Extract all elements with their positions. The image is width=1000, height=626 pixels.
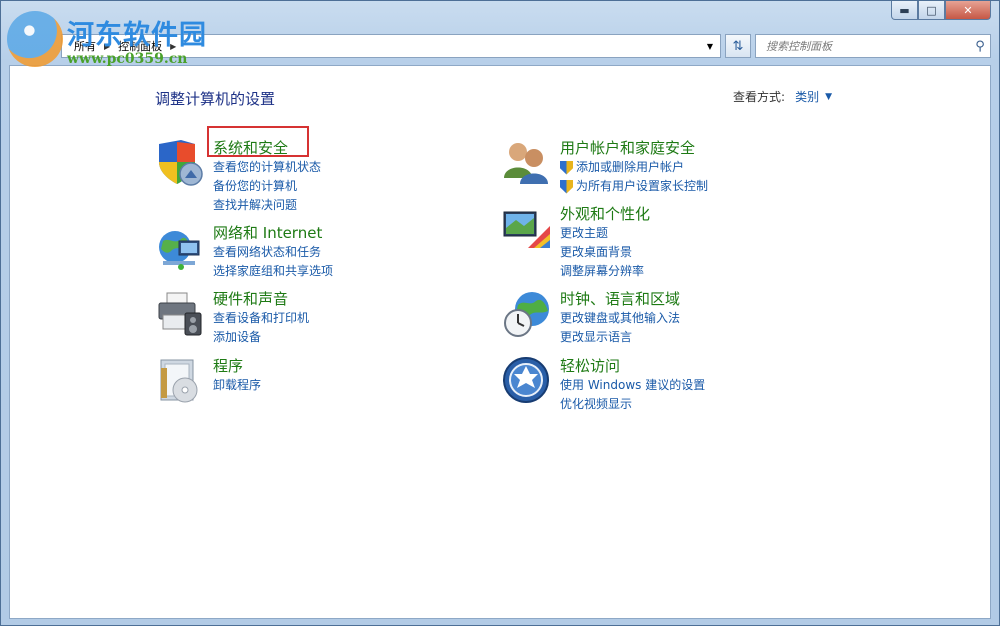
category-link[interactable]: 优化视频显示 bbox=[560, 395, 705, 414]
minimize-button[interactable]: ▬ bbox=[891, 1, 918, 20]
category-system-security: 系统和安全 查看您的计算机状态 备份您的计算机 查找并解决问题 bbox=[155, 138, 485, 212]
category-title[interactable]: 时钟、语言和区域 bbox=[560, 289, 680, 309]
network-globe-icon[interactable] bbox=[155, 223, 205, 273]
category-title[interactable]: 网络和 Internet bbox=[213, 223, 333, 243]
watermark-title: 河东软件园 bbox=[67, 20, 207, 51]
category-link-label: 为所有用户设置家长控制 bbox=[576, 179, 709, 193]
programs-icon[interactable] bbox=[155, 356, 205, 406]
category-link[interactable]: 更改显示语言 bbox=[560, 328, 680, 347]
category-link[interactable]: 为所有用户设置家长控制 bbox=[560, 177, 708, 196]
watermark-logo-icon bbox=[7, 11, 63, 67]
close-icon: ✕ bbox=[963, 3, 973, 17]
monitor-palette-icon[interactable] bbox=[502, 204, 552, 254]
category-body: 网络和 Internet 查看网络状态和任务 选择家庭组和共享选项 bbox=[213, 223, 333, 281]
printer-icon[interactable] bbox=[155, 289, 205, 339]
search-input[interactable] bbox=[766, 39, 970, 53]
category-link[interactable]: 选择家庭组和共享选项 bbox=[213, 262, 333, 281]
content-pane: 调整计算机的设置 查看方式: 类别 ▼ 系统和安全 查看您的计算机状态 备份您的… bbox=[9, 65, 991, 619]
chevron-down-icon[interactable]: ▼ bbox=[825, 92, 832, 102]
category-link[interactable]: 添加或删除用户帐户 bbox=[560, 158, 708, 177]
category-body: 外观和个性化 更改主题 更改桌面背景 调整屏幕分辨率 bbox=[560, 204, 650, 281]
category-body: 轻松访问 使用 Windows 建议的设置 优化视频显示 bbox=[560, 356, 705, 414]
category-clock-language-region: 时钟、语言和区域 更改键盘或其他输入法 更改显示语言 bbox=[502, 289, 832, 359]
search-icon[interactable]: ⚲ bbox=[970, 39, 990, 54]
category-title[interactable]: 用户帐户和家庭安全 bbox=[560, 138, 708, 158]
category-link[interactable]: 更改键盘或其他输入法 bbox=[560, 309, 680, 328]
category-title[interactable]: 轻松访问 bbox=[560, 356, 705, 376]
watermark: 河东软件园 www.pc0359.cn bbox=[3, 5, 223, 71]
view-by-label: 查看方式: bbox=[733, 90, 786, 104]
view-by: 查看方式: 类别 ▼ bbox=[733, 88, 832, 105]
window-controls: ▬ □ ✕ bbox=[891, 1, 991, 21]
control-panel-window: 河东软件园 www.pc0359.cn ▬ □ ✕ 所有 ▶ 控制面板 ▶ ▼ … bbox=[0, 0, 1000, 626]
uac-shield-icon bbox=[560, 179, 573, 194]
users-icon[interactable] bbox=[502, 138, 552, 188]
clock-globe-icon[interactable] bbox=[502, 289, 552, 339]
category-link[interactable]: 更改主题 bbox=[560, 224, 650, 243]
category-ease-of-access: 轻松访问 使用 Windows 建议的设置 优化视频显示 bbox=[502, 356, 832, 426]
category-link[interactable]: 更改桌面背景 bbox=[560, 243, 650, 262]
category-body: 程序 卸载程序 bbox=[213, 356, 261, 395]
maximize-icon: □ bbox=[926, 3, 937, 17]
category-body: 用户帐户和家庭安全 添加或删除用户帐户 为所有用户设置家长控制 bbox=[560, 138, 708, 196]
page-title: 调整计算机的设置 bbox=[155, 90, 276, 108]
category-link[interactable]: 查看设备和打印机 bbox=[213, 309, 309, 328]
category-link[interactable]: 备份您的计算机 bbox=[213, 177, 321, 196]
refresh-icon: ⇅ bbox=[732, 38, 744, 54]
category-link[interactable]: 使用 Windows 建议的设置 bbox=[560, 376, 705, 395]
category-title[interactable]: 硬件和声音 bbox=[213, 289, 309, 309]
category-link[interactable]: 调整屏幕分辨率 bbox=[560, 262, 650, 281]
category-body: 硬件和声音 查看设备和打印机 添加设备 bbox=[213, 289, 309, 347]
category-appearance: 外观和个性化 更改主题 更改桌面背景 调整屏幕分辨率 bbox=[502, 204, 832, 278]
ease-of-access-icon[interactable] bbox=[502, 356, 552, 406]
view-by-dropdown[interactable]: 类别 bbox=[795, 88, 819, 105]
highlight-box bbox=[207, 126, 309, 157]
category-programs: 程序 卸载程序 bbox=[155, 356, 485, 426]
refresh-button[interactable]: ⇅ bbox=[725, 34, 751, 58]
address-dropdown-icon[interactable]: ▼ bbox=[700, 42, 720, 51]
category-title[interactable]: 外观和个性化 bbox=[560, 204, 650, 224]
category-link[interactable]: 卸载程序 bbox=[213, 376, 261, 395]
uac-shield-icon bbox=[560, 160, 573, 175]
maximize-button[interactable]: □ bbox=[918, 1, 945, 20]
category-link-label: 添加或删除用户帐户 bbox=[576, 160, 685, 174]
category-link[interactable]: 添加设备 bbox=[213, 328, 309, 347]
category-link[interactable]: 查找并解决问题 bbox=[213, 196, 321, 215]
category-network-internet: 网络和 Internet 查看网络状态和任务 选择家庭组和共享选项 bbox=[155, 223, 485, 293]
search-box[interactable]: ⚲ bbox=[755, 34, 991, 58]
category-hardware-sound: 硬件和声音 查看设备和打印机 添加设备 bbox=[155, 289, 485, 359]
category-body: 时钟、语言和区域 更改键盘或其他输入法 更改显示语言 bbox=[560, 289, 680, 347]
category-link[interactable]: 查看网络状态和任务 bbox=[213, 243, 333, 262]
shield-icon[interactable] bbox=[155, 138, 205, 188]
category-user-accounts: 用户帐户和家庭安全 添加或删除用户帐户 为所有用户设置家长控制 bbox=[502, 138, 832, 208]
minimize-icon: ▬ bbox=[899, 3, 910, 17]
close-button[interactable]: ✕ bbox=[945, 1, 991, 20]
category-title[interactable]: 程序 bbox=[213, 356, 261, 376]
category-link[interactable]: 查看您的计算机状态 bbox=[213, 158, 321, 177]
watermark-url: www.pc0359.cn bbox=[67, 51, 188, 67]
